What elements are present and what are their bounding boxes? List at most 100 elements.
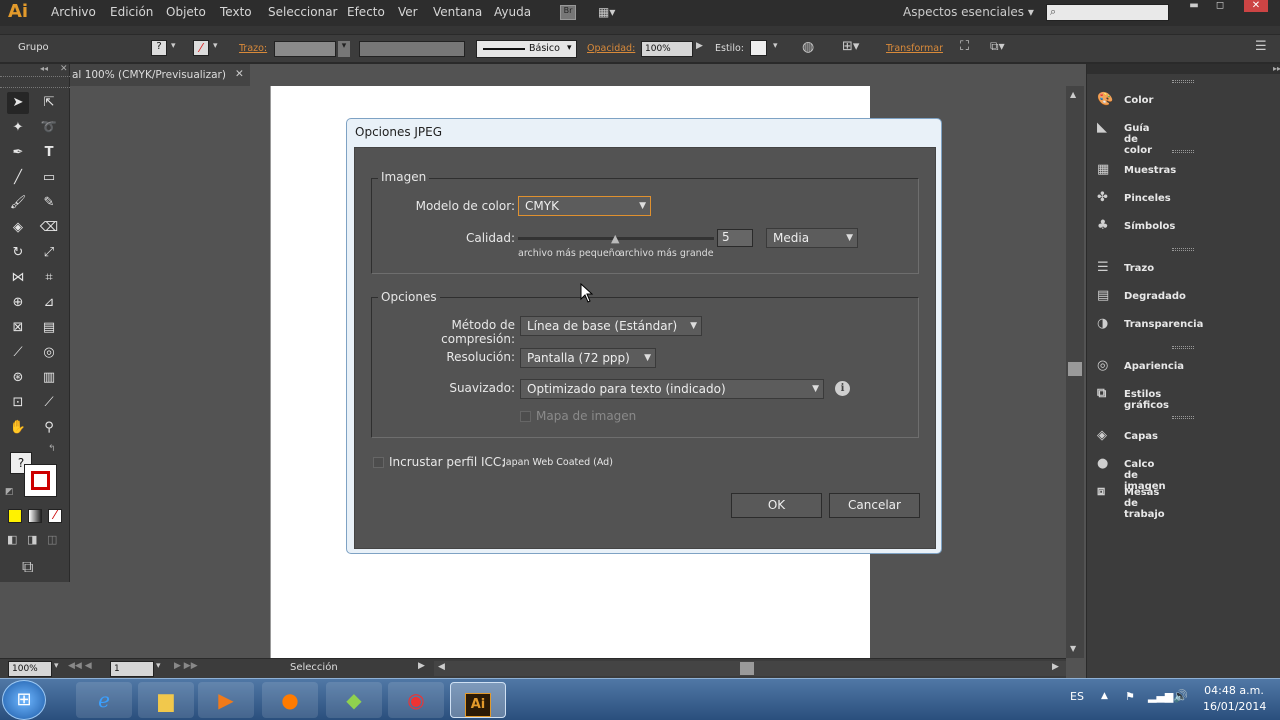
width-tool-icon[interactable]: ⋈	[7, 267, 29, 289]
transform-link[interactable]: Transformar	[886, 43, 943, 54]
selection-tool-icon[interactable]: ➤	[7, 92, 29, 114]
variable-width-profile[interactable]	[359, 41, 465, 57]
rectangle-tool-icon[interactable]: ▭	[38, 167, 60, 189]
draw-inside-icon[interactable]: ◫	[47, 533, 57, 546]
column-graph-tool-icon[interactable]: ▥	[38, 367, 60, 389]
swap-colors-icon[interactable]: ↰	[48, 444, 56, 454]
type-tool-icon[interactable]: T	[38, 142, 60, 164]
scroll-up-icon[interactable]: ▲	[1070, 90, 1076, 99]
info-icon[interactable]: i	[835, 381, 850, 396]
close-icon[interactable]: ✕	[235, 68, 244, 80]
gradient-tool-icon[interactable]: ▤	[38, 317, 60, 339]
eyedropper-tool-icon[interactable]: ⟋	[7, 342, 29, 364]
opacity-label[interactable]: Opacidad:	[587, 43, 635, 54]
network-icon[interactable]: ▂▄▆	[1148, 690, 1173, 703]
zoom-tool-icon[interactable]: ⚲	[38, 417, 60, 439]
file-explorer-icon[interactable]: ▆	[138, 682, 194, 718]
zoom-field[interactable]: 100%	[8, 661, 52, 677]
first-artboard-icon[interactable]: ◀◀ ◀	[68, 661, 92, 671]
language-indicator[interactable]: ES	[1070, 690, 1084, 703]
gradient-mode-icon[interactable]	[28, 509, 42, 523]
vertical-scrollbar[interactable]: ▲ ▼	[1066, 86, 1084, 658]
firefox-icon[interactable]: ●	[262, 682, 318, 718]
slice-tool-icon[interactable]: ⟋	[38, 392, 60, 414]
document-setup-icon[interactable]: ⧉▾	[990, 39, 1005, 54]
scroll-down-icon[interactable]: ▼	[1070, 644, 1076, 653]
menu-efecto[interactable]: Efecto	[347, 5, 385, 19]
icc-checkbox[interactable]	[373, 457, 384, 468]
menu-objeto[interactable]: Objeto	[166, 5, 206, 19]
scroll-thumb[interactable]	[1068, 362, 1082, 376]
chevron-down-icon[interactable]: ▾	[156, 661, 161, 671]
menu-archivo[interactable]: Archivo	[51, 5, 96, 19]
media-player-icon[interactable]: ▶	[198, 682, 254, 718]
scale-tool-icon[interactable]: ⤢	[38, 242, 60, 264]
hand-tool-icon[interactable]: ✋	[7, 417, 29, 439]
status-menu-icon[interactable]: ▶	[418, 661, 425, 671]
menu-ventana[interactable]: Ventana	[433, 5, 482, 19]
default-colors-icon[interactable]: ◩	[5, 487, 14, 497]
clock-date[interactable]: 16/01/2014	[1203, 700, 1266, 713]
expand-dock-icon[interactable]: ▸▸	[1273, 64, 1280, 73]
artboard-tool-icon[interactable]: ⊡	[7, 392, 29, 414]
menu-ayuda[interactable]: Ayuda	[494, 5, 531, 19]
pen-tool-icon[interactable]: ✒	[7, 142, 29, 164]
chrome-icon[interactable]: ◉	[388, 682, 444, 718]
photo-app-icon[interactable]: ◆	[326, 682, 382, 718]
quality-slider-thumb[interactable]: ▲	[611, 232, 619, 245]
graphic-style-swatch[interactable]	[750, 40, 767, 56]
shape-builder-tool-icon[interactable]: ⊕	[7, 292, 29, 314]
fill-swatch[interactable]: ?	[151, 40, 167, 56]
bridge-icon[interactable]: Br	[560, 5, 576, 20]
cancel-button[interactable]: Cancelar	[829, 493, 920, 518]
lasso-tool-icon[interactable]: ➰	[38, 117, 60, 139]
chevron-down-icon[interactable]: ▾	[54, 661, 59, 671]
screen-mode-icon[interactable]: ⧉	[22, 557, 33, 577]
menu-seleccionar[interactable]: Seleccionar	[268, 5, 337, 19]
perspective-grid-tool-icon[interactable]: ⊿	[38, 292, 60, 314]
artboard-number-field[interactable]: 1	[110, 661, 154, 677]
chevron-down-icon[interactable]: ▾	[338, 41, 350, 57]
scroll-thumb[interactable]	[740, 662, 754, 675]
minimize-icon[interactable]: ▬	[1182, 0, 1206, 12]
menu-edicion[interactable]: Edición	[110, 5, 153, 19]
arrange-documents-icon[interactable]: ▦▾	[598, 5, 626, 20]
start-button[interactable]: ⊞	[2, 680, 46, 720]
search-input[interactable]: ⌕	[1046, 4, 1169, 21]
stroke-weight-field[interactable]	[274, 41, 336, 57]
resolution-dropdown[interactable]: Pantalla (72 ppp) ▼	[520, 348, 656, 368]
stroke-color-box[interactable]	[24, 464, 57, 497]
illustrator-taskbar-icon[interactable]: Ai	[450, 682, 506, 718]
internet-explorer-icon[interactable]: ℯ	[76, 682, 132, 718]
chevron-down-icon[interactable]: ▾	[213, 41, 218, 51]
imagemap-checkbox[interactable]	[520, 411, 531, 422]
stroke-label[interactable]: Trazo:	[239, 43, 267, 54]
last-artboard-icon[interactable]: ▶ ▶▶	[174, 661, 198, 671]
panel-menu-icon[interactable]: ☰	[1255, 39, 1267, 54]
rotate-tool-icon[interactable]: ↻	[7, 242, 29, 264]
document-tab[interactable]: al 100% (CMYK/Previsualizar) ✕	[70, 64, 250, 86]
volume-icon[interactable]: 🔊	[1173, 689, 1188, 703]
line-tool-icon[interactable]: ╱	[7, 167, 29, 189]
blob-brush-tool-icon[interactable]: ◈	[7, 217, 29, 239]
free-transform-tool-icon[interactable]: ⌗	[38, 267, 60, 289]
eraser-tool-icon[interactable]: ⌫	[38, 217, 60, 239]
symbol-sprayer-tool-icon[interactable]: ⊛	[7, 367, 29, 389]
quality-input[interactable]: 5	[717, 229, 753, 247]
brush-definition-dropdown[interactable]: Básico ▾	[476, 40, 577, 58]
stroke-swatch[interactable]: ⁄	[193, 40, 209, 56]
compression-dropdown[interactable]: Línea de base (Estándar) ▼	[520, 316, 702, 336]
opacity-field[interactable]: 100%	[641, 41, 693, 57]
recolor-artwork-icon[interactable]: ◍	[802, 39, 814, 55]
color-model-dropdown[interactable]: CMYK ▼	[518, 196, 651, 216]
scroll-left-icon[interactable]: ◀	[438, 662, 445, 672]
collapse-icon[interactable]: ◂◂	[40, 64, 48, 73]
isolate-group-icon[interactable]: ⛶	[960, 39, 969, 54]
draw-normal-icon[interactable]: ◧	[7, 533, 17, 546]
show-hidden-icons-icon[interactable]: ▲	[1101, 691, 1108, 701]
restore-icon[interactable]: ◻	[1208, 0, 1232, 12]
none-mode-icon[interactable]: ⁄	[48, 509, 62, 523]
blend-tool-icon[interactable]: ◎	[38, 342, 60, 364]
paintbrush-tool-icon[interactable]: 🖌	[7, 192, 29, 214]
ok-button[interactable]: OK	[731, 493, 822, 518]
